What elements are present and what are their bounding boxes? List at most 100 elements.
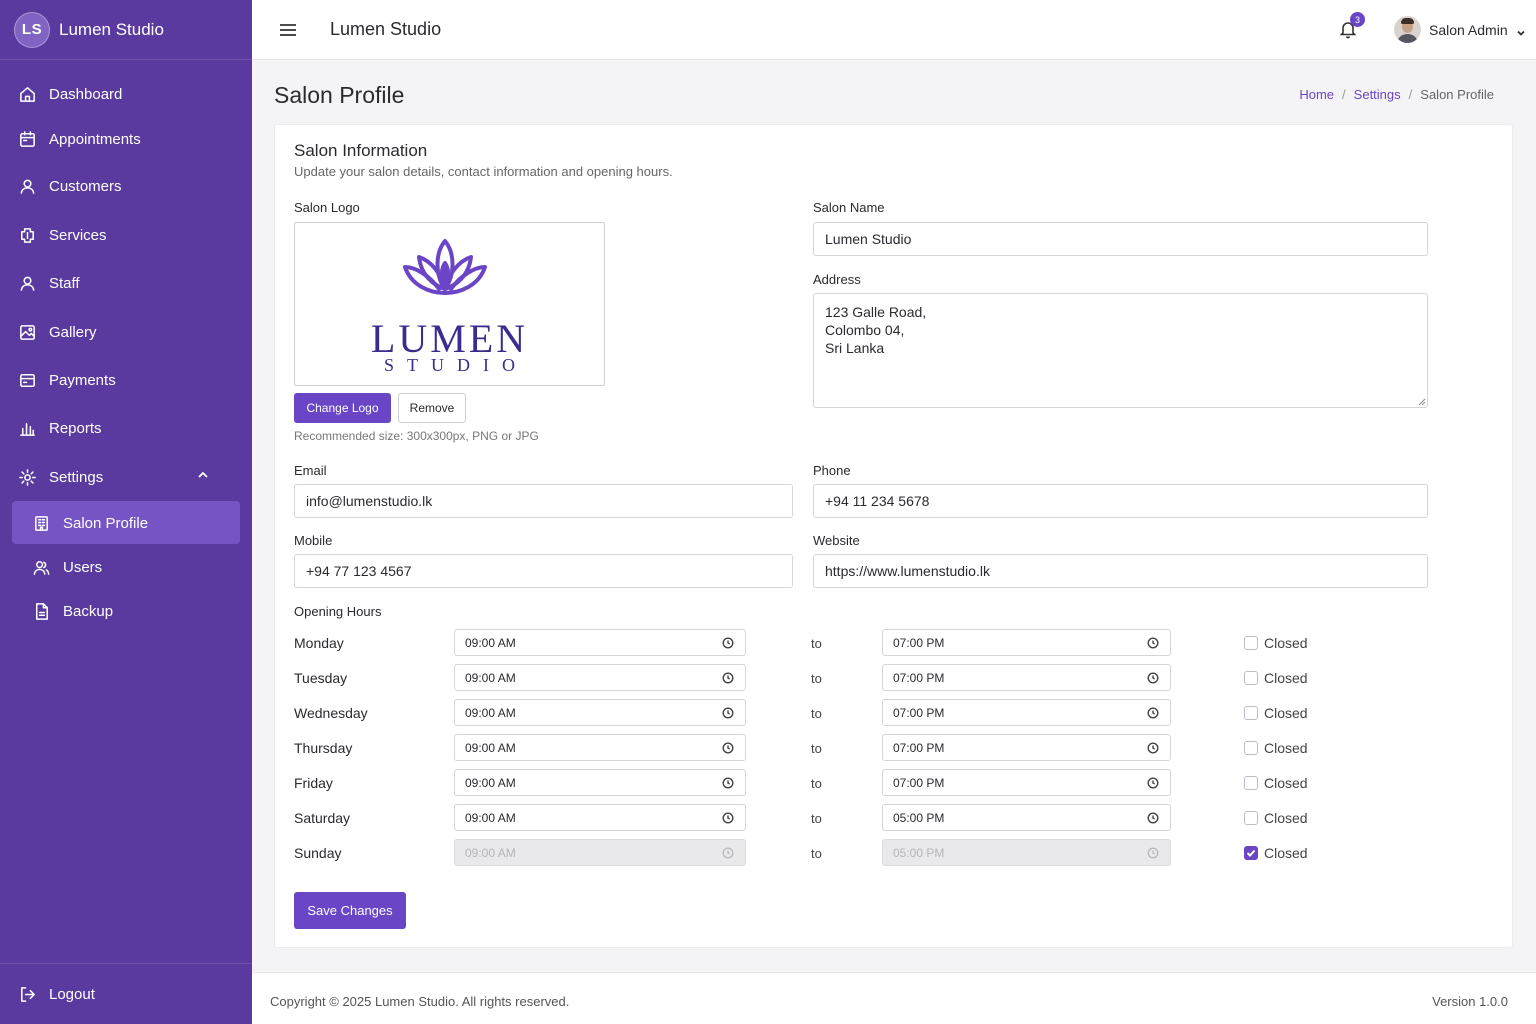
open-time-input[interactable]: 09:00 AM [454,804,746,831]
day-label: Sunday [294,845,342,861]
closed-label: Closed [1264,775,1308,791]
sidebar-item-label: Payments [49,371,116,389]
opening-hours-label: Opening Hours [294,604,382,619]
logo-preview: LUMEN STUDIO [294,222,605,386]
page-title: Salon Profile [274,82,405,108]
chevron-up-icon[interactable] [196,468,214,486]
open-time-value: 09:00 AM [465,845,516,860]
user-icon [20,276,35,291]
sidebar-item-services[interactable]: Services [18,223,107,247]
closed-checkbox[interactable] [1244,776,1258,790]
open-time-value: 09:00 AM [465,705,516,720]
salon-name-input[interactable]: Lumen Studio [813,222,1428,256]
closed-checkbox[interactable] [1244,671,1258,685]
mobile-input[interactable]: +94 77 123 4567 [294,554,793,588]
sidebar-item-users[interactable]: Users [32,555,102,579]
user-name: Salon Admin [1429,21,1508,38]
sidebar-item-salon-profile[interactable]: Salon Profile [32,511,148,535]
clock-icon [722,847,734,859]
topbar: Lumen Studio 3 Salon Admin [252,0,1536,60]
footer: Copyright © 2025 Lumen Studio. All right… [252,972,1536,1024]
close-time-input[interactable]: 07:00 PM [882,629,1171,656]
remove-logo-button[interactable]: Remove [398,393,466,423]
resize-handle-icon[interactable] [1418,398,1426,406]
copyright: Copyright © 2025 Lumen Studio. All right… [270,994,570,1009]
sidebar-item-reports[interactable]: Reports [18,416,102,440]
menu-icon[interactable] [278,20,298,40]
sidebar-item-payments[interactable]: Payments [18,368,116,392]
sidebar-item-dashboard[interactable]: Dashboard [18,82,122,106]
sidebar-item-label: Users [63,558,103,576]
day-label: Friday [294,775,333,791]
closed-checkbox[interactable] [1244,741,1258,755]
open-time-input[interactable]: 09:00 AM [454,769,746,796]
sidebar-item-appointments[interactable]: Appointments [18,127,141,151]
logout-button[interactable]: Logout [18,982,95,1006]
sidebar-item-label: Settings [49,468,104,486]
close-time-value: 05:00 PM [893,810,945,825]
address-textarea[interactable]: 123 Galle Road, Colombo 04, Sri Lanka [813,293,1428,408]
closed-checkbox[interactable] [1244,706,1258,720]
open-time-input[interactable]: 09:00 AM [454,629,746,656]
sidebar-item-customers[interactable]: Customers [18,174,122,198]
website-input[interactable]: https://www.lumenstudio.lk [813,554,1428,588]
open-time-input: 09:00 AM [454,839,746,866]
breadcrumb-current: Salon Profile [1420,87,1494,102]
sidebar-item-gallery[interactable]: Gallery [18,320,97,344]
logout-label: Logout [49,985,95,1003]
day-label: Saturday [294,810,351,826]
salon-name-label: Salon Name [813,200,885,215]
building-icon [35,515,48,531]
close-time-input[interactable]: 07:00 PM [882,769,1171,796]
file-icon [35,602,48,620]
clock-icon [722,777,734,789]
sidebar-item-staff[interactable]: Staff [18,271,80,295]
breadcrumb-home[interactable]: Home [1299,87,1334,102]
logout-icon [21,986,35,1002]
to-label: to [811,846,822,861]
clock-icon [722,742,734,754]
sidebar-item-label: Staff [49,274,80,292]
brand[interactable]: LS Lumen Studio [0,0,252,60]
closed-checkbox[interactable] [1244,811,1258,825]
sidebar-item-settings[interactable]: Settings [18,465,103,489]
close-time-input[interactable]: 05:00 PM [882,804,1171,831]
open-time-input[interactable]: 09:00 AM [454,664,746,691]
open-time-value: 09:00 AM [465,740,516,755]
open-time-value: 09:00 AM [465,810,516,825]
open-time-input[interactable]: 09:00 AM [454,734,746,761]
brand-badge: LS [14,11,50,48]
sidebar-item-label: Dashboard [49,85,123,103]
sidebar-bottom [0,963,252,964]
breadcrumb: Home / Settings / Salon Profile [1299,87,1494,102]
change-logo-button[interactable]: Change Logo [294,393,391,423]
clock-icon [1147,637,1159,649]
user-icon [20,179,35,194]
close-time-value: 07:00 PM [893,705,945,720]
email-input[interactable]: info@lumenstudio.lk [294,484,793,518]
close-time-input[interactable]: 07:00 PM [882,664,1171,691]
day-label: Monday [294,635,344,651]
user-menu[interactable]: Salon Admin [1394,16,1526,43]
breadcrumb-settings[interactable]: Settings [1354,87,1401,102]
gear-icon [19,468,36,486]
clock-icon [1147,847,1159,859]
phone-input[interactable]: +94 11 234 5678 [813,484,1428,518]
address-label: Address [813,272,861,287]
close-time-value: 07:00 PM [893,635,945,650]
close-time-input[interactable]: 07:00 PM [882,699,1171,726]
home-icon [20,86,35,102]
closed-checkbox[interactable] [1244,636,1258,650]
sidebar-item-backup[interactable]: Backup [32,599,113,623]
sidebar-item-label: Appointments [49,130,141,148]
salon-info-card: Salon Information Update your salon deta… [274,124,1513,948]
closed-label: Closed [1264,810,1308,826]
to-label: to [811,636,822,651]
closed-checkbox[interactable] [1244,846,1258,860]
closed-label: Closed [1264,705,1308,721]
logo-tagline: STUDIO [384,355,528,375]
close-time-input[interactable]: 07:00 PM [882,734,1171,761]
open-time-value: 09:00 AM [465,670,516,685]
open-time-input[interactable]: 09:00 AM [454,699,746,726]
save-changes-button[interactable]: Save Changes [294,892,406,929]
